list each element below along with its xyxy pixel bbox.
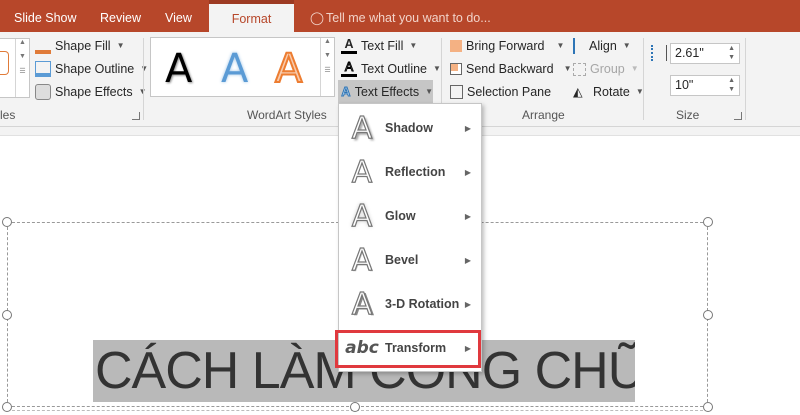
resize-handle[interactable] — [350, 402, 360, 412]
3d-rotation-icon: A — [351, 286, 373, 322]
arrange-label: Arrange — [522, 108, 565, 122]
reflection-icon: A — [351, 154, 373, 190]
submenu-arrow-icon: ▶ — [464, 167, 471, 177]
menu-item-reflection[interactable]: A Reflection ▶ — [339, 150, 481, 194]
shape-width-input[interactable]: 10" ▲ ▼ — [670, 75, 740, 96]
ribbon-tab-bar: Slide Show Review View Format ◯ Tell me … — [0, 0, 800, 32]
resize-handle[interactable] — [2, 310, 12, 320]
pencil-icon — [35, 61, 51, 77]
transform-highlight-box — [335, 330, 481, 368]
shape-height-input[interactable]: 2.61" ▲ ▼ — [670, 43, 740, 64]
lightbulb-icon: ◯ — [310, 11, 324, 25]
wordart-style-orange[interactable]: A — [274, 45, 303, 93]
align-icon — [573, 38, 585, 54]
menu-item-glow[interactable]: A Glow ▶ — [339, 194, 481, 238]
shape-styles-gallery[interactable]: ▲ ▼ ☰ — [0, 38, 30, 98]
tell-me-search[interactable]: Tell me what you want to do... — [326, 0, 491, 32]
bevel-icon: A — [351, 242, 373, 278]
shape-styles-label: les — [0, 108, 16, 122]
divider — [143, 38, 144, 120]
wordart-styles-label: WordArt Styles — [247, 108, 327, 122]
submenu-arrow-icon: ▶ — [464, 299, 471, 309]
divider — [643, 38, 644, 120]
align-button[interactable]: Align ▼ — [573, 36, 631, 56]
send-backward-button[interactable]: Send Backward ▼ — [450, 59, 571, 79]
shape-styles-launcher[interactable] — [132, 112, 140, 120]
text-fill-button[interactable]: A Text Fill ▼ — [341, 36, 417, 56]
spinner-arrows[interactable]: ▲ ▼ — [728, 76, 735, 94]
menu-item-3d-rotation[interactable]: A 3-D Rotation ▶ — [339, 282, 481, 326]
size-launcher[interactable] — [734, 112, 742, 120]
selection-pane-button[interactable]: Selection Pane — [450, 82, 551, 102]
paint-bucket-icon — [35, 38, 51, 54]
rotate-button[interactable]: ◭ Rotate ▼ — [573, 82, 644, 102]
bring-forward-button[interactable]: Bring Forward ▼ — [450, 36, 564, 56]
group-button[interactable]: Group ▼ — [573, 59, 639, 79]
resize-handle[interactable] — [2, 217, 12, 227]
spinner-arrows[interactable]: ▲ ▼ — [728, 44, 735, 62]
submenu-arrow-icon: ▶ — [464, 211, 471, 221]
resize-handle[interactable] — [703, 402, 713, 412]
group-icon — [573, 62, 586, 76]
rotate-icon: ◭ — [573, 85, 583, 99]
submenu-arrow-icon: ▶ — [464, 123, 471, 133]
selection-pane-icon — [450, 85, 463, 99]
menu-item-bevel[interactable]: A Bevel ▶ — [339, 238, 481, 282]
resize-handle[interactable] — [2, 402, 12, 412]
divider — [745, 38, 746, 120]
submenu-arrow-icon: ▶ — [464, 255, 471, 265]
resize-handle[interactable] — [703, 310, 713, 320]
tab-slide-show[interactable]: Slide Show — [14, 0, 77, 32]
text-effects-button[interactable]: A Text Effects ▼ — [338, 80, 433, 103]
text-outline-icon: A — [341, 60, 357, 77]
text-outline-button[interactable]: A Text Outline ▼ — [341, 59, 441, 79]
wordart-style-blue[interactable]: A — [221, 46, 248, 92]
wordart-gallery[interactable]: A A A ▲ ▼ ☰ — [150, 37, 335, 97]
shape-height-icon — [651, 45, 667, 61]
bring-forward-icon — [450, 40, 462, 52]
text-effects-icon: A — [341, 84, 351, 99]
tab-view[interactable]: View — [165, 0, 192, 32]
menu-item-shadow[interactable]: A Shadow ▶ — [339, 106, 481, 150]
shape-effects-button[interactable]: Shape Effects▼ — [35, 82, 147, 102]
size-label: Size — [676, 108, 700, 122]
tab-review[interactable]: Review — [100, 0, 141, 32]
shadow-icon: A — [351, 110, 373, 146]
shape-effects-icon — [35, 84, 51, 100]
glow-icon: A — [351, 198, 373, 234]
tab-format[interactable]: Format — [209, 0, 294, 32]
shape-outline-button[interactable]: Shape Outline ▼ — [35, 59, 148, 79]
send-backward-icon — [450, 63, 462, 75]
text-fill-icon: A — [341, 38, 357, 54]
wordart-style-black[interactable]: A — [165, 46, 192, 92]
gallery-scroll[interactable]: ▲ ▼ ☰ — [320, 38, 334, 96]
resize-handle[interactable] — [703, 217, 713, 227]
shape-fill-button[interactable]: Shape Fill ▼ — [35, 36, 125, 56]
